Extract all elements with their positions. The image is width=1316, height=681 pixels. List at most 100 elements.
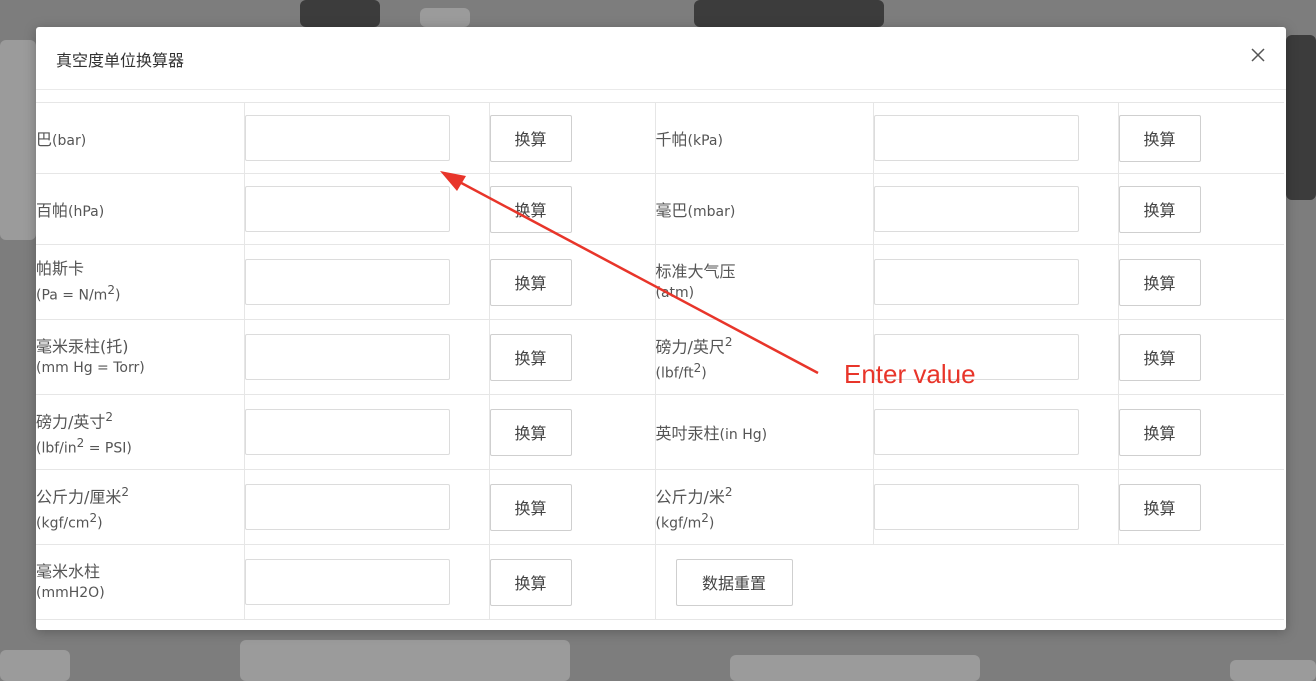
psi-input[interactable] (244, 409, 450, 455)
close-icon[interactable] (1248, 45, 1268, 65)
inhg-input[interactable] (873, 409, 1079, 455)
unit-label-lbf-ft2: 磅力/英尺2 (lbf/ft2) (655, 319, 874, 395)
table-row: 磅力/英寸2 (lbf/in2 = PSI) 换算 英吋汞柱(in Hg) 换算 (36, 394, 1284, 470)
unit-converter-modal: 真空度单位换算器 巴(bar) 换算 千帕(kPa) 换算 百帕(hPa) 换算… (36, 27, 1286, 630)
unit-exponent: 2 (724, 334, 733, 349)
unit-name: 标准大气压 (655, 262, 736, 281)
unit-exponent: 2 (701, 510, 709, 525)
unit-symbol: (lbf/ft2) (656, 358, 873, 384)
unit-exponent: 2 (107, 283, 115, 298)
unit-name-text: 公斤力/米 (655, 486, 725, 506)
unit-name: 百帕 (36, 201, 69, 220)
background-product-image (0, 650, 70, 681)
unit-symbol-suffix: ) (97, 515, 103, 532)
unit-name: 磅力/英尺2 (656, 331, 873, 358)
unit-label-mbar: 毫巴(mbar) (655, 173, 874, 245)
reset-cell: 数据重置 (655, 544, 1284, 620)
conversion-table: 巴(bar) 换算 千帕(kPa) 换算 百帕(hPa) 换算 毫巴(mbar) (36, 102, 1284, 620)
unit-symbol: (kPa) (687, 133, 723, 149)
table-row: 公斤力/厘米2 (kgf/cm2) 换算 公斤力/米2 (kgf/m2) 换算 (36, 469, 1284, 545)
modal-header: 真空度单位换算器 (36, 27, 1286, 90)
unit-symbol-suffix: = PSI) (84, 440, 132, 457)
table-row: 毫米汞柱(托) (mm Hg = Torr) 换算 磅力/英尺2 (lbf/ft… (36, 319, 1284, 395)
mbar-convert-button[interactable]: 换算 (1118, 185, 1201, 233)
background-product-image (0, 40, 36, 240)
unit-symbol: (Pa = N/m2) (36, 280, 244, 306)
unit-name: 公斤力/厘米2 (36, 481, 244, 508)
pa-convert-button[interactable]: 换算 (489, 258, 572, 306)
kgf-cm2-convert-button[interactable]: 换算 (489, 483, 572, 531)
kgf-m2-convert-button[interactable]: 换算 (1118, 483, 1201, 531)
unit-exponent: 2 (105, 409, 114, 424)
unit-label-mmh2o: 毫米水柱 (mmH2O) (36, 544, 245, 620)
unit-label-hpa: 百帕(hPa) (36, 173, 245, 245)
mmh2o-input[interactable] (244, 559, 450, 605)
unit-name: 英吋汞柱 (655, 424, 720, 443)
kpa-convert-button[interactable]: 换算 (1118, 114, 1201, 162)
unit-label-kgf-cm2: 公斤力/厘米2 (kgf/cm2) (36, 469, 245, 545)
unit-label-inhg: 英吋汞柱(in Hg) (655, 394, 874, 470)
inhg-convert-button[interactable]: 换算 (1118, 408, 1201, 456)
unit-symbol: (mmH2O) (36, 585, 105, 601)
unit-symbol: (bar) (52, 133, 87, 149)
unit-name: 毫巴 (655, 201, 688, 220)
unit-name: 千帕 (655, 130, 688, 149)
background-product-image (420, 8, 470, 27)
unit-label-psi: 磅力/英寸2 (lbf/in2 = PSI) (36, 394, 245, 470)
unit-name: 巴 (36, 130, 53, 149)
unit-name: 公斤力/米2 (656, 481, 873, 508)
bar-input[interactable] (244, 115, 450, 161)
hpa-convert-button[interactable]: 换算 (489, 185, 572, 233)
unit-name: 磅力/英寸2 (36, 406, 244, 433)
torr-input[interactable] (244, 334, 450, 380)
unit-symbol-prefix: (lbf/ft (655, 365, 694, 382)
unit-symbol-prefix: (Pa = N/m (36, 287, 108, 304)
unit-symbol: (mm Hg = Torr) (36, 360, 145, 376)
unit-symbol-prefix: (kgf/m (655, 515, 702, 532)
unit-name-text: 磅力/英寸 (36, 411, 106, 431)
psi-convert-button[interactable]: 换算 (489, 408, 572, 456)
unit-symbol-suffix: ) (114, 287, 121, 304)
unit-name: 帕斯卡 (36, 259, 85, 279)
unit-label-atm: 标准大气压 (atm) (655, 244, 874, 320)
table-row: 百帕(hPa) 换算 毫巴(mbar) 换算 (36, 173, 1284, 245)
torr-convert-button[interactable]: 换算 (489, 333, 572, 381)
unit-exponent: 2 (121, 484, 130, 499)
annotation-label: Enter value (844, 359, 976, 389)
unit-label-pa: 帕斯卡 (Pa = N/m2) (36, 244, 245, 320)
unit-name: 毫米水柱 (36, 562, 101, 581)
unit-name-text: 磅力/英尺 (655, 336, 725, 356)
unit-symbol: (lbf/in2 = PSI) (36, 433, 244, 459)
kgf-m2-input[interactable] (873, 484, 1079, 530)
hpa-input[interactable] (244, 186, 450, 232)
unit-symbol-prefix: (lbf/in (36, 440, 77, 457)
unit-symbol: (kgf/m2) (656, 508, 873, 534)
background-product-image (694, 0, 884, 27)
bar-convert-button[interactable]: 换算 (489, 114, 572, 162)
unit-symbol-suffix: ) (701, 365, 707, 382)
reset-data-button[interactable]: 数据重置 (675, 558, 793, 606)
unit-name: 毫米汞柱(托) (36, 337, 129, 356)
background-product-image (240, 640, 570, 681)
table-row: 毫米水柱 (mmH2O) 换算 数据重置 (36, 544, 1284, 620)
kgf-cm2-input[interactable] (244, 484, 450, 530)
pa-input[interactable] (244, 259, 450, 305)
lbf-ft2-convert-button[interactable]: 换算 (1118, 333, 1201, 381)
unit-symbol: (in Hg) (719, 427, 768, 443)
unit-exponent: 2 (89, 510, 98, 525)
unit-label-kgf-m2: 公斤力/米2 (kgf/m2) (655, 469, 874, 545)
atm-input[interactable] (873, 259, 1079, 305)
atm-convert-button[interactable]: 换算 (1118, 258, 1201, 306)
table-row: 帕斯卡 (Pa = N/m2) 换算 标准大气压 (atm) 换算 (36, 244, 1284, 320)
mbar-input[interactable] (873, 186, 1079, 232)
background-product-image (1286, 35, 1316, 200)
kpa-input[interactable] (873, 115, 1079, 161)
unit-symbol: (atm) (655, 285, 695, 301)
mmh2o-convert-button[interactable]: 换算 (489, 558, 572, 606)
modal-title: 真空度单位换算器 (56, 51, 185, 70)
background-product-image (1230, 660, 1316, 681)
unit-label-bar: 巴(bar) (36, 102, 245, 174)
background-product-image (730, 655, 980, 681)
unit-symbol-suffix: ) (708, 515, 715, 532)
background-product-image (300, 0, 380, 27)
